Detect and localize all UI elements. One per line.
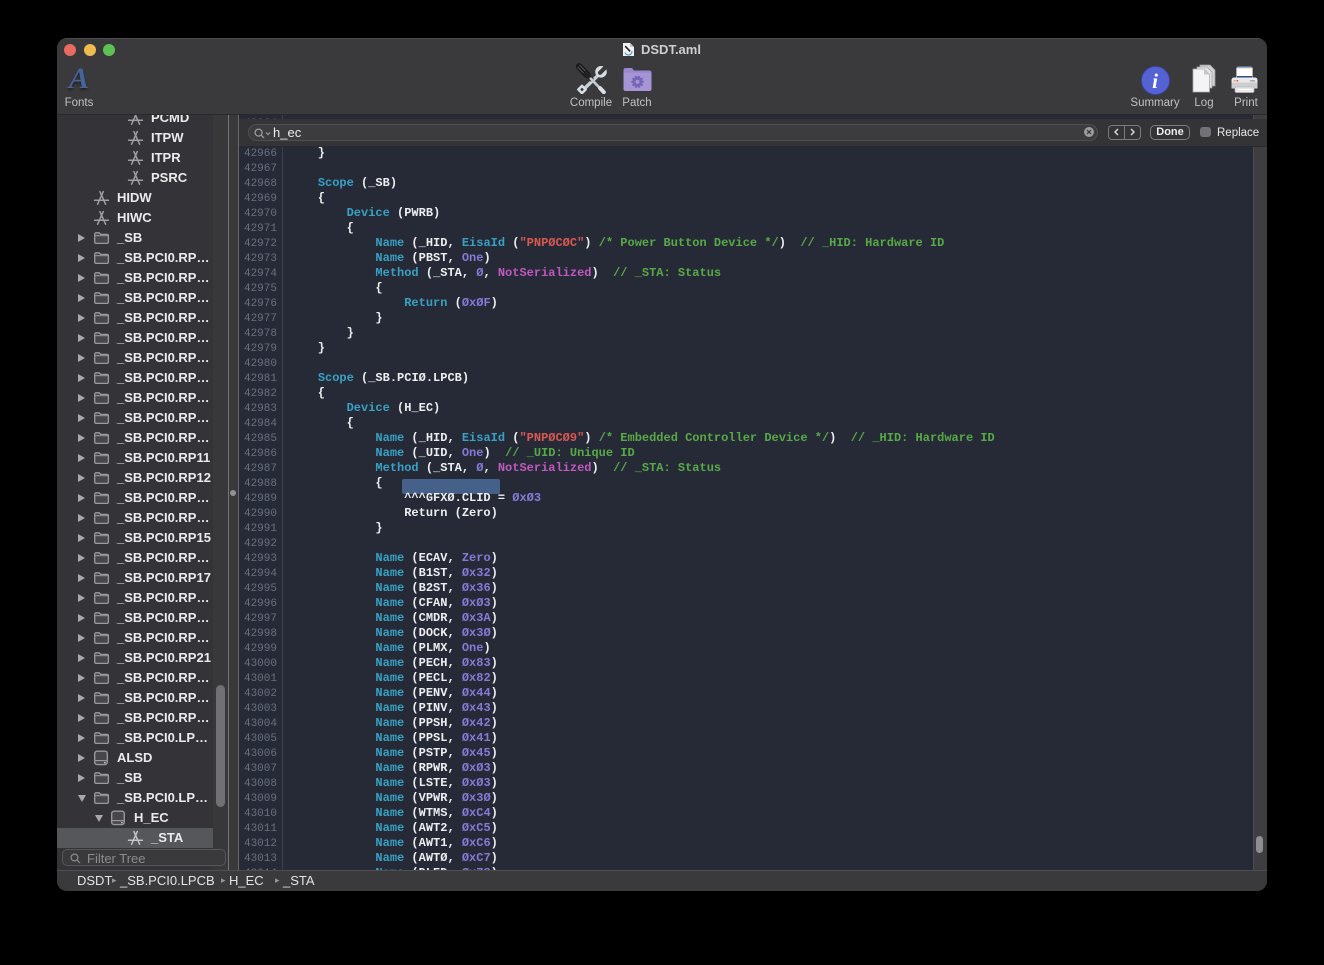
svg-text:i: i	[1152, 69, 1158, 93]
